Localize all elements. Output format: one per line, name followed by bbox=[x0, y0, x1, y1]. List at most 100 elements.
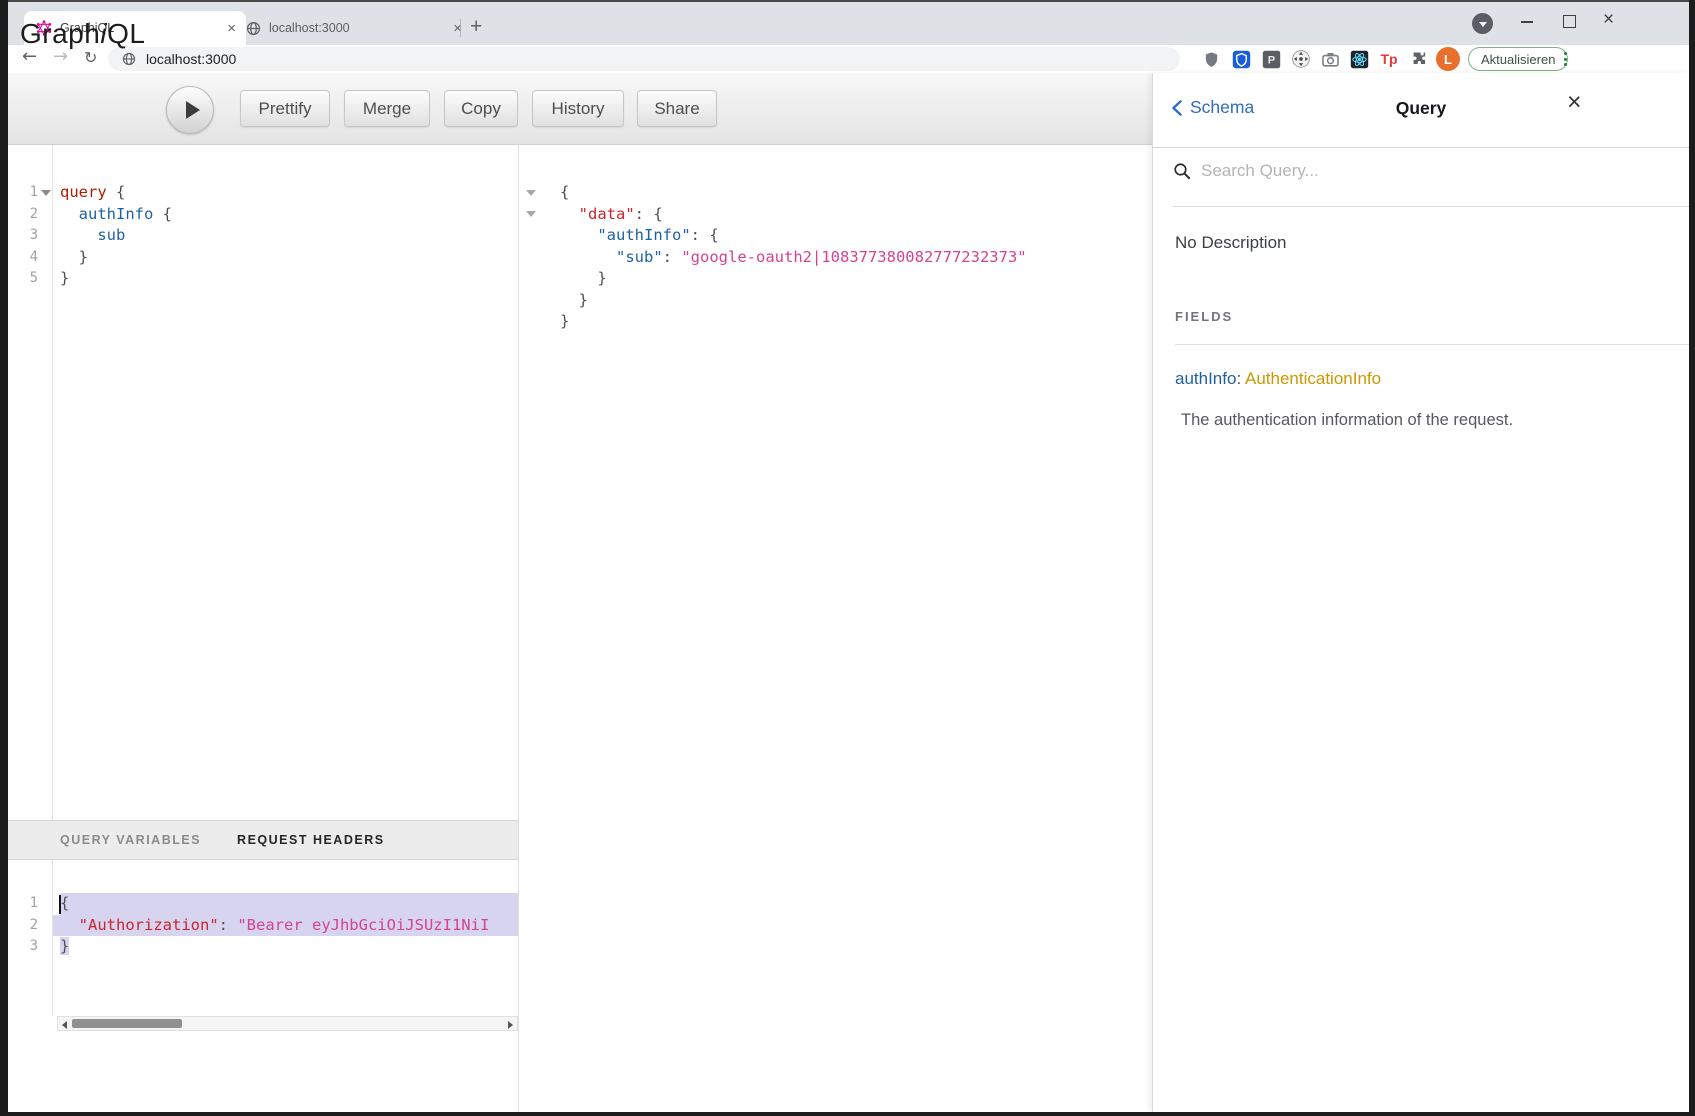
share-button[interactable]: Share bbox=[637, 90, 717, 127]
code-line: } bbox=[53, 247, 518, 269]
line-number: 2 bbox=[8, 204, 38, 226]
browser-window: GraphiQL × localhost:3000 × + × ← → ↻ lo… bbox=[0, 0, 1695, 1116]
headers-editor-gutter: 123 bbox=[8, 893, 38, 958]
avatar-letter: L bbox=[1444, 52, 1452, 67]
scrollbar-thumb[interactable] bbox=[72, 1019, 182, 1028]
play-icon bbox=[186, 101, 200, 119]
scroll-left-icon[interactable] bbox=[62, 1021, 67, 1029]
tab-search-caret-icon[interactable] bbox=[1472, 13, 1493, 34]
line-number: 3 bbox=[8, 936, 38, 958]
url-text: localhost:3000 bbox=[146, 51, 236, 67]
extension-scroll-icon[interactable] bbox=[1290, 48, 1312, 70]
graphiql-logo: GraphiQL bbox=[20, 18, 145, 50]
minimize-button[interactable] bbox=[1521, 21, 1533, 23]
browser-tab-strip: GraphiQL × localhost:3000 × + × bbox=[8, 2, 1689, 45]
profile-avatar[interactable]: L bbox=[1436, 47, 1460, 71]
execute-query-button[interactable] bbox=[166, 86, 214, 134]
search-underline bbox=[1173, 206, 1689, 207]
line-number: 5 bbox=[8, 268, 38, 290]
code-line: } bbox=[553, 268, 1148, 290]
fold-arrow-icon[interactable] bbox=[526, 190, 536, 196]
browser-update-button[interactable]: Aktualisieren bbox=[1468, 47, 1568, 71]
line-number: 1 bbox=[8, 893, 38, 915]
code-line: "data": { bbox=[553, 204, 1148, 226]
doc-no-description: No Description bbox=[1175, 233, 1287, 253]
window-frame-top bbox=[0, 0, 1695, 2]
extension-bitwarden-icon[interactable] bbox=[1230, 48, 1252, 70]
extensions-puzzle-icon[interactable] bbox=[1408, 48, 1430, 70]
doc-close-icon[interactable]: × bbox=[1567, 90, 1582, 115]
line-number: 3 bbox=[8, 225, 38, 247]
code-line: } bbox=[553, 311, 1148, 333]
prettify-button[interactable]: Prettify bbox=[240, 90, 330, 127]
doc-search-box[interactable]: Search Query... bbox=[1173, 161, 1319, 181]
tab-request-headers[interactable]: REQUEST HEADERS bbox=[237, 833, 385, 847]
query-editor-gutter: 12345 bbox=[8, 182, 38, 290]
code-line: sub bbox=[53, 225, 518, 247]
code-line: authInfo { bbox=[53, 204, 518, 226]
doc-explorer-header: Schema Query × bbox=[1153, 73, 1689, 148]
code-line: "Authorization": "Bearer eyJhbGciOiJSUzI… bbox=[53, 915, 518, 937]
doc-fields-label: FIELDS bbox=[1175, 309, 1233, 324]
tab-localhost[interactable]: localhost:3000 × bbox=[234, 11, 472, 45]
code-line: } bbox=[53, 268, 518, 290]
code-line: } bbox=[553, 290, 1148, 312]
field-colon: : bbox=[1236, 369, 1241, 388]
code-line: query { bbox=[53, 182, 518, 204]
doc-title: Query bbox=[1153, 98, 1689, 119]
extension-tp-icon[interactable]: Tp bbox=[1378, 48, 1400, 70]
window-close-button[interactable]: × bbox=[1603, 9, 1614, 31]
window-frame-right bbox=[1689, 0, 1695, 1116]
fold-arrow-icon[interactable] bbox=[526, 211, 536, 217]
line-number: 1 bbox=[8, 182, 38, 204]
fold-arrow-icon[interactable] bbox=[41, 190, 51, 196]
code-line: } bbox=[53, 936, 518, 958]
scroll-right-icon[interactable] bbox=[508, 1021, 513, 1029]
pane-divider[interactable] bbox=[518, 145, 519, 1112]
maximize-button[interactable] bbox=[1563, 15, 1576, 28]
browser-menu-kebab-icon[interactable] bbox=[1564, 52, 1567, 66]
ext-tp-letter: Tp bbox=[1380, 51, 1397, 67]
result-viewer-content: { "data": { "authInfo": { "sub": "google… bbox=[553, 182, 1148, 333]
address-bar[interactable]: localhost:3000 bbox=[108, 47, 1180, 71]
extension-p-icon[interactable]: P bbox=[1260, 48, 1282, 70]
doc-field-description: The authentication information of the re… bbox=[1181, 411, 1513, 430]
search-placeholder: Search Query... bbox=[1201, 161, 1319, 181]
ext-p-letter: P bbox=[1267, 54, 1275, 66]
globe-favicon-icon bbox=[246, 21, 261, 36]
line-number: 4 bbox=[8, 247, 38, 269]
secondary-editor-tabbar: QUERY VARIABLES REQUEST HEADERS bbox=[8, 820, 518, 860]
new-tab-button[interactable]: + bbox=[470, 15, 482, 39]
code-line: "sub": "google-oauth2|108377380082777232… bbox=[553, 247, 1148, 269]
headers-editor-content[interactable]: { "Authorization": "Bearer eyJhbGciOiJSU… bbox=[53, 893, 518, 958]
code-line: "authInfo": { bbox=[553, 225, 1148, 247]
tab-query-variables[interactable]: QUERY VARIABLES bbox=[60, 833, 201, 847]
extension-react-devtools-icon[interactable] bbox=[1348, 48, 1370, 70]
horizontal-scrollbar[interactable] bbox=[57, 1016, 518, 1031]
update-button-label: Aktualisieren bbox=[1481, 52, 1555, 67]
doc-explorer-panel: Schema Query × Search Query... No Descri… bbox=[1152, 73, 1689, 1112]
field-name-link[interactable]: authInfo bbox=[1175, 369, 1236, 388]
tab-separator bbox=[460, 19, 461, 37]
window-frame-left bbox=[0, 0, 8, 1116]
line-number: 2 bbox=[8, 915, 38, 937]
code-line: { bbox=[553, 182, 1148, 204]
extension-camera-icon[interactable] bbox=[1319, 48, 1341, 70]
doc-fields-divider bbox=[1175, 344, 1689, 345]
field-type-link[interactable]: AuthenticationInfo bbox=[1245, 369, 1381, 388]
site-globe-icon bbox=[122, 52, 136, 66]
text-cursor bbox=[59, 895, 61, 914]
search-icon bbox=[1173, 162, 1191, 180]
copy-button[interactable]: Copy bbox=[444, 90, 518, 127]
tab-title: localhost:3000 bbox=[269, 21, 451, 35]
reload-icon[interactable]: ↻ bbox=[84, 48, 97, 67]
browser-toolbar: ← → ↻ localhost:3000 P Tp bbox=[8, 45, 1689, 74]
tab-close-icon[interactable]: × bbox=[451, 21, 464, 36]
doc-field-row: authInfo: AuthenticationInfo bbox=[1175, 369, 1381, 389]
history-button[interactable]: History bbox=[532, 90, 624, 127]
query-editor-content[interactable]: query { authInfo { sub }} bbox=[53, 182, 518, 290]
window-frame-bottom bbox=[0, 1112, 1695, 1116]
code-line: { bbox=[53, 893, 518, 915]
extension-shield-icon[interactable] bbox=[1200, 48, 1222, 70]
merge-button[interactable]: Merge bbox=[344, 90, 430, 127]
